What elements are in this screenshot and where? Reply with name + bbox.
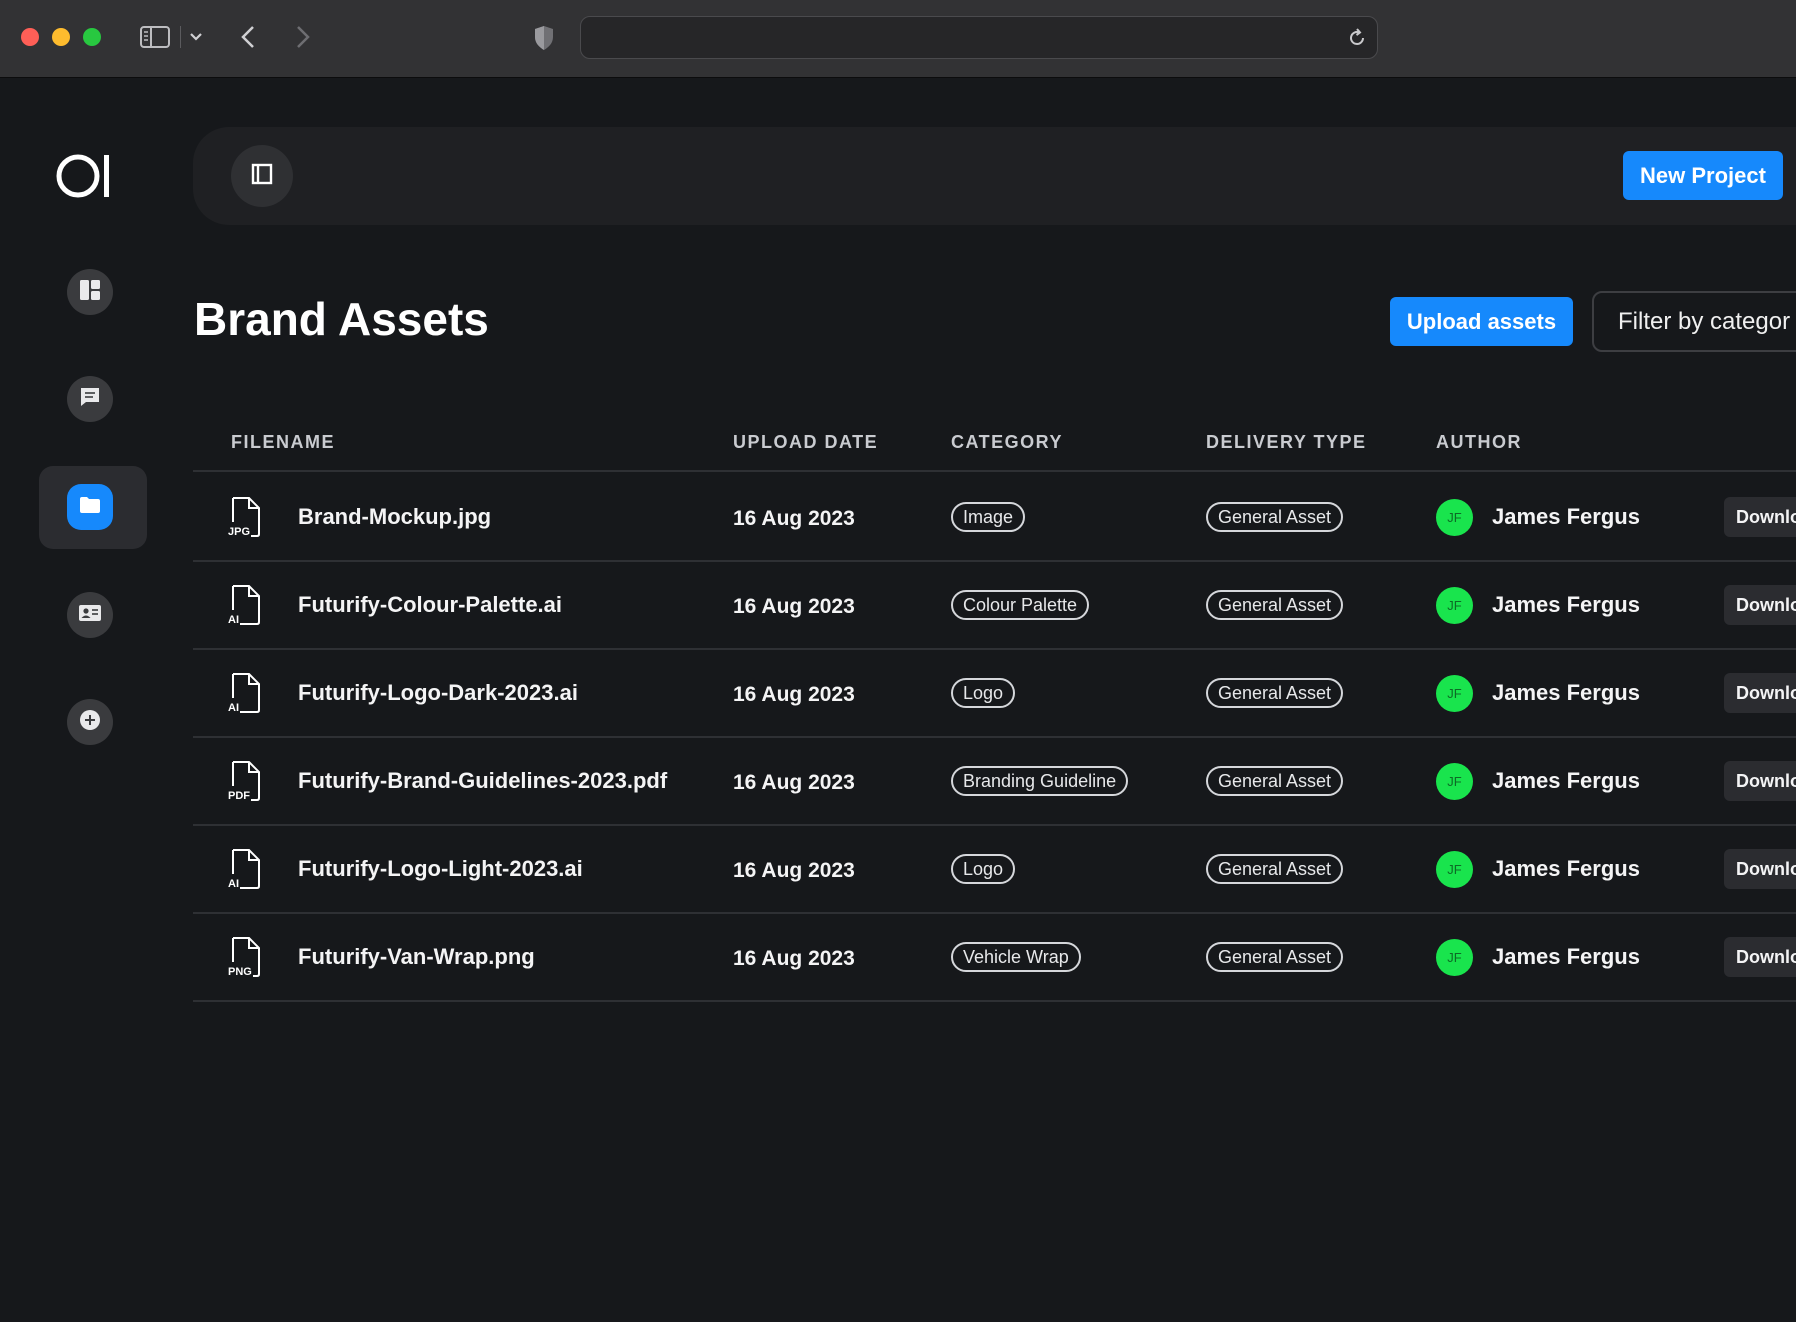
category-badge: Colour Palette [951,590,1090,620]
author-name: James Fergus [1492,504,1640,529]
upload-date: 16 Aug 2023 [733,859,855,882]
file-extension-label: AI [227,702,240,714]
download-button[interactable]: Downlo [1724,849,1796,889]
zoom-window-button[interactable] [83,28,101,46]
author-name: James Fergus [1492,944,1640,969]
filename[interactable]: Futurify-Logo-Light-2023.ai [298,856,583,882]
folder-icon [79,496,101,519]
file-extension-label: PDF [227,790,251,802]
table-row[interactable]: AI Futurify-Colour-Palette.ai 16 Aug 202… [193,562,1796,650]
dashboard-icon [79,279,101,306]
chat-icon [79,386,101,413]
author-name: James Fergus [1492,768,1640,793]
download-button[interactable]: Downlo [1724,937,1796,977]
download-button[interactable]: Downlo [1724,761,1796,801]
table-row[interactable]: PDF Futurify-Brand-Guidelines-2023.pdf 1… [193,738,1796,826]
delivery-type-badge: General Asset [1206,502,1344,532]
upload-date: 16 Aug 2023 [733,595,855,618]
upload-assets-button[interactable]: Upload assets [1390,297,1573,346]
column-header-upload-date[interactable]: UPLOAD DATE [733,432,878,453]
file-extension-label: AI [227,614,240,626]
nav-dashboard-button[interactable] [67,269,113,315]
address-bar[interactable] [580,16,1378,59]
file-extension-label: AI [227,878,240,890]
avatar: JF [1436,763,1473,800]
file-icon: PNG [227,936,263,978]
download-button[interactable]: Downlo [1724,585,1796,625]
sidebar-toggle-icon[interactable] [139,24,171,50]
avatar: JF [1436,851,1473,888]
minimize-window-button[interactable] [52,28,70,46]
filename[interactable]: Futurify-Colour-Palette.ai [298,592,562,618]
column-header-delivery-type[interactable]: DELIVERY TYPE [1206,432,1367,453]
delivery-type-badge: General Asset [1206,678,1344,708]
shield-icon[interactable] [530,24,558,52]
category-badge: Image [951,502,1026,532]
category-badge: Logo [951,678,1016,708]
avatar: JF [1436,587,1473,624]
close-window-button[interactable] [21,28,39,46]
file-icon: PDF [227,760,263,802]
column-header-author[interactable]: AUTHOR [1436,432,1522,453]
nav-messages-button[interactable] [67,376,113,422]
author-name: James Fergus [1492,592,1640,617]
filter-by-category-dropdown[interactable]: Filter by categor [1592,291,1796,352]
table-row[interactable]: JPG Brand-Mockup.jpg 16 Aug 2023 Image G… [193,474,1796,562]
add-circle-icon [79,709,101,736]
forward-arrow-icon[interactable] [291,24,315,50]
table-header: FILENAME UPLOAD DATE CATEGORY DELIVERY T… [193,420,1796,472]
delivery-type-badge: General Asset [1206,590,1344,620]
column-header-filename[interactable]: FILENAME [231,432,335,453]
avatar: JF [1436,499,1473,536]
upload-date: 16 Aug 2023 [733,947,855,970]
file-extension-label: PNG [227,966,253,978]
file-icon: JPG [227,496,263,538]
nav-add-button[interactable] [67,699,113,745]
top-bar: New Project [193,127,1796,225]
delivery-type-badge: General Asset [1206,766,1344,796]
avatar: JF [1436,675,1473,712]
upload-date: 16 Aug 2023 [733,683,855,706]
table-row[interactable]: PNG Futurify-Van-Wrap.png 16 Aug 2023 Ve… [193,914,1796,1002]
reload-icon[interactable] [1345,26,1369,50]
panel-icon [251,163,273,190]
nav-contacts-button[interactable] [67,592,113,638]
category-badge: Vehicle Wrap [951,942,1081,972]
app-logo[interactable] [54,150,114,202]
filename[interactable]: Futurify-Van-Wrap.png [298,944,535,970]
chevron-down-icon[interactable] [186,28,206,46]
table-row[interactable]: AI Futurify-Logo-Dark-2023.ai 16 Aug 202… [193,650,1796,738]
column-header-category[interactable]: CATEGORY [951,432,1063,453]
file-extension-label: JPG [227,526,252,538]
filename[interactable]: Futurify-Logo-Dark-2023.ai [298,680,578,706]
contact-card-icon [78,604,102,627]
back-arrow-icon[interactable] [236,24,260,50]
download-button[interactable]: Downlo [1724,673,1796,713]
browser-toolbar [0,0,1796,78]
file-icon: AI [227,848,263,890]
author-name: James Fergus [1492,856,1640,881]
avatar: JF [1436,939,1473,976]
category-badge: Logo [951,854,1016,884]
category-badge: Branding Guideline [951,766,1129,796]
author-name: James Fergus [1492,680,1640,705]
new-project-button[interactable]: New Project [1623,151,1783,200]
upload-date: 16 Aug 2023 [733,507,855,530]
page-title: Brand Assets [194,293,489,345]
delivery-type-badge: General Asset [1206,854,1344,884]
delivery-type-badge: General Asset [1206,942,1344,972]
file-icon: AI [227,672,263,714]
toggle-panel-button[interactable] [231,145,293,207]
toolbar-divider [180,26,181,48]
upload-date: 16 Aug 2023 [733,771,855,794]
filename[interactable]: Brand-Mockup.jpg [298,504,491,530]
filename[interactable]: Futurify-Brand-Guidelines-2023.pdf [298,768,667,794]
table-row[interactable]: AI Futurify-Logo-Light-2023.ai 16 Aug 20… [193,826,1796,914]
file-icon: AI [227,584,263,626]
nav-assets-button[interactable] [67,484,113,530]
download-button[interactable]: Downlo [1724,497,1796,537]
